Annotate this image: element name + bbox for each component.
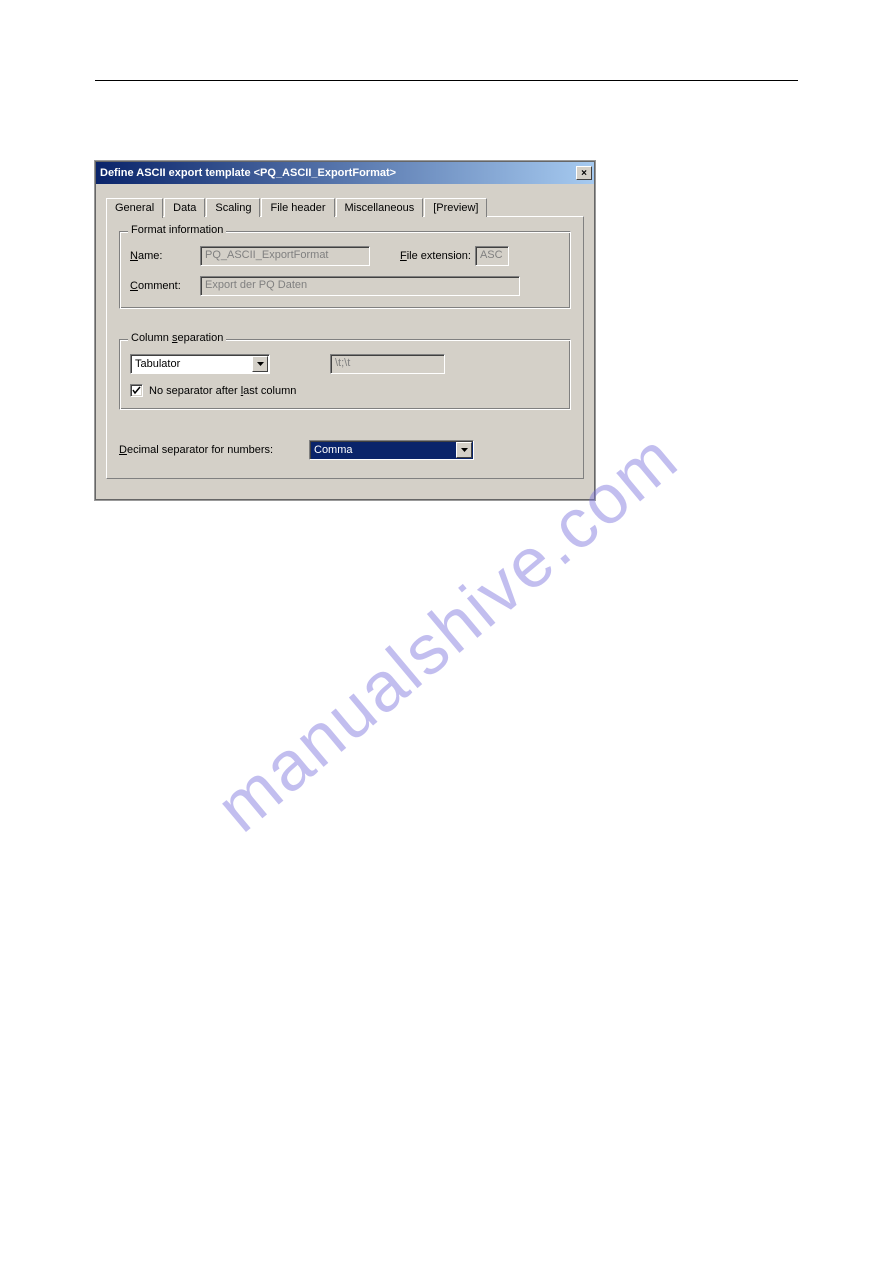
column-separator-combo[interactable]: Tabulator: [130, 354, 270, 374]
row-name: Name: PQ_ASCII_ExportFormat File extensi…: [130, 246, 560, 266]
titlebar-text: Define ASCII export template <PQ_ASCII_E…: [100, 167, 396, 179]
close-icon: ×: [581, 168, 587, 179]
tab-file-header[interactable]: File header: [261, 198, 334, 217]
no-separator-label: No separator after last column: [149, 385, 296, 397]
combo-text: Comma: [310, 444, 455, 456]
tab-scaling[interactable]: Scaling: [206, 198, 260, 217]
decimal-separator-combo[interactable]: Comma: [309, 440, 474, 460]
chevron-down-icon[interactable]: [456, 442, 472, 458]
no-separator-checkbox[interactable]: [130, 384, 143, 397]
row-decimal-separator: Decimal separator for numbers: Comma: [119, 440, 571, 460]
tab-data[interactable]: Data: [164, 198, 205, 217]
titlebar: Define ASCII export template <PQ_ASCII_E…: [96, 162, 594, 184]
combo-text: Tabulator: [131, 358, 251, 370]
check-icon: [132, 386, 141, 395]
separator-text-field[interactable]: \t;\t: [330, 354, 445, 374]
tab-panel-general: Format information Name: PQ_ASCII_Export…: [106, 216, 584, 479]
chevron-down-icon[interactable]: [252, 356, 268, 372]
decimal-label: Decimal separator for numbers:: [119, 444, 309, 456]
dialog-body: General Data Scaling File header Miscell…: [96, 184, 594, 499]
group-format-information: Format information Name: PQ_ASCII_Export…: [119, 231, 571, 309]
tabstrip: General Data Scaling File header Miscell…: [106, 196, 584, 216]
name-label: Name:: [130, 250, 200, 262]
group-column-separation: Column separation Tabulator \t;\t: [119, 339, 571, 410]
tab-miscellaneous[interactable]: Miscellaneous: [336, 198, 424, 217]
file-extension-field[interactable]: ASC: [475, 246, 509, 266]
tab-general[interactable]: General: [106, 198, 163, 218]
tab-preview[interactable]: [Preview]: [424, 198, 487, 217]
ext-label: File extension:: [400, 250, 471, 262]
group-legend-colsep: Column separation: [128, 332, 226, 344]
comment-label: Comment:: [130, 280, 200, 292]
row-no-separator-last: No separator after last column: [130, 384, 560, 397]
export-template-dialog: Define ASCII export template <PQ_ASCII_E…: [95, 161, 595, 500]
name-field[interactable]: PQ_ASCII_ExportFormat: [200, 246, 370, 266]
row-comment: Comment: Export der PQ Daten: [130, 276, 560, 296]
row-separator: Tabulator \t;\t: [130, 354, 560, 374]
page-divider: [95, 80, 798, 81]
comment-field[interactable]: Export der PQ Daten: [200, 276, 520, 296]
group-legend-format: Format information: [128, 224, 226, 236]
close-button[interactable]: ×: [576, 166, 592, 180]
